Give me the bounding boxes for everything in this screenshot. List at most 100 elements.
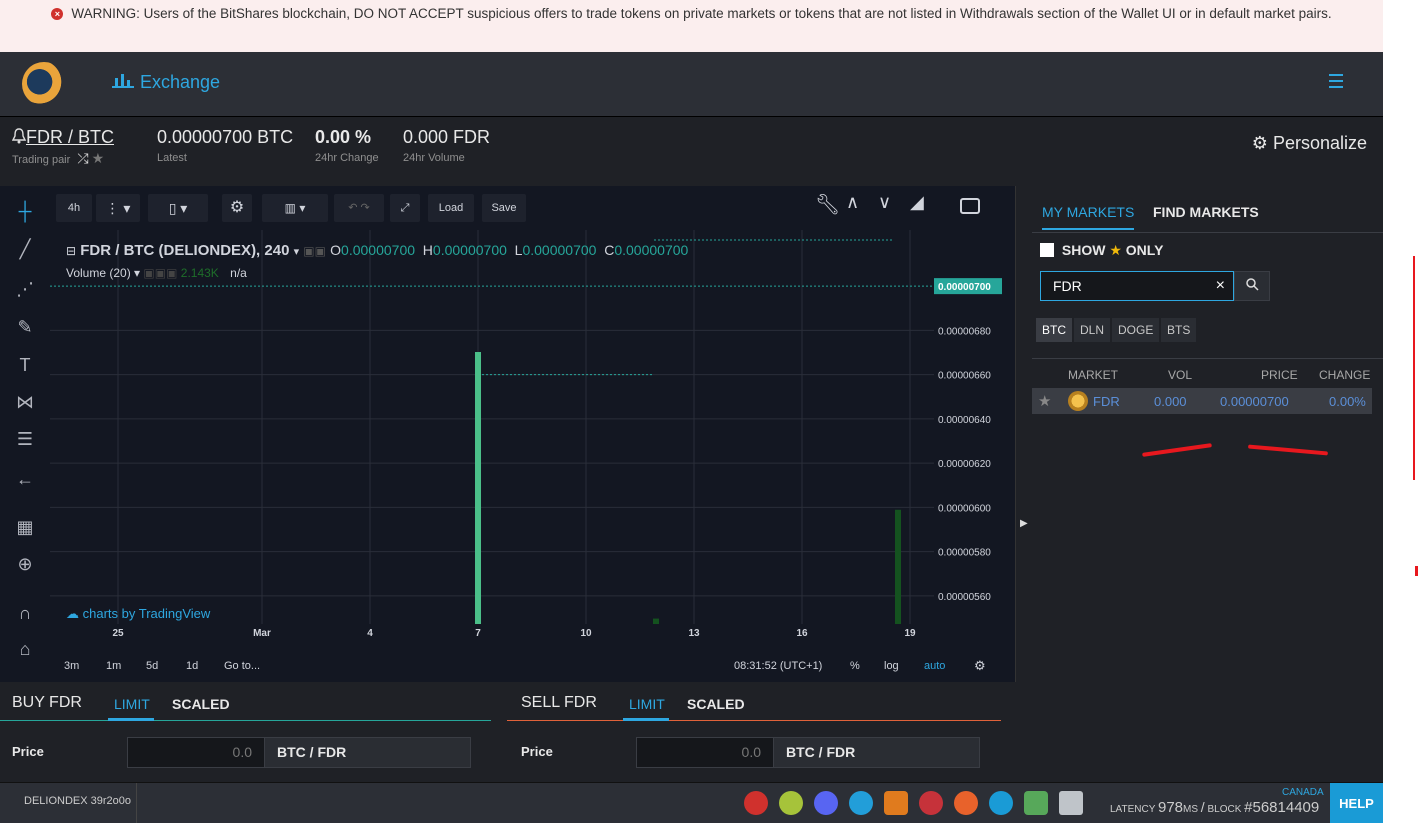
fib-tool-icon[interactable]: ⋰ <box>12 276 38 302</box>
nav-exchange-link[interactable]: Exchange <box>112 72 220 93</box>
coin-tab-dln[interactable]: DLN <box>1074 318 1111 342</box>
range-3m[interactable]: 3m <box>64 660 79 672</box>
warning-text: WARNING: Users of the BitShares blockcha… <box>71 6 1332 21</box>
percent-toggle[interactable]: % <box>850 660 860 672</box>
market-row[interactable]: ★ FDR 0.000 0.00000700 0.00% <box>1032 388 1372 414</box>
clipboard-icon[interactable] <box>1024 791 1048 815</box>
area-chart-icon[interactable]: ◢ <box>910 192 924 213</box>
clear-icon[interactable]: × <box>1216 272 1225 300</box>
shuffle-icon[interactable]: ⤮ <box>77 150 88 166</box>
load-button[interactable]: Load <box>428 194 474 222</box>
sell-price-label: Price <box>521 744 553 759</box>
zoom-in-icon[interactable]: ⊕ <box>12 551 38 577</box>
magnet-icon[interactable]: ∩ <box>12 600 38 626</box>
sell-tab-limit[interactable]: LIMIT <box>629 696 665 712</box>
show-starred-toggle[interactable]: SHOW ★ ONLY <box>1040 242 1163 259</box>
watermark-label: charts by TradingView <box>82 606 211 621</box>
tab-my-markets[interactable]: MY MARKETS <box>1042 204 1135 230</box>
buy-tab-scaled[interactable]: SCALED <box>172 696 230 712</box>
chart-container[interactable]: ┼ ╱ ⋰ ✎ T ⋈ ☰ ← ▦ ⊕ ∩ ⌂ 4h ⋮ ▾ ▯ ▾ ⚙ ▥ ▾… <box>0 186 1016 682</box>
log-toggle[interactable]: log <box>884 660 899 672</box>
buy-tab-limit[interactable]: LIMIT <box>114 696 150 712</box>
personalize-button[interactable]: ⚙ Personalize <box>1252 133 1367 154</box>
bell-icon[interactable] <box>11 128 27 144</box>
pepper-icon[interactable] <box>744 791 768 815</box>
measure-icon[interactable]: ☰ <box>12 426 38 452</box>
discord-icon[interactable] <box>814 791 838 815</box>
legend-symbol: FDR / BTC (DELIONDEX), 240 <box>80 242 290 259</box>
range-1m[interactable]: 1m <box>106 660 121 672</box>
star-icon[interactable]: ★ <box>1038 392 1051 410</box>
fullscreen-icon[interactable]: ⤢ <box>390 194 420 222</box>
node-indicator[interactable]: DELIONDEX 39r2o0o <box>0 783 137 823</box>
tradingview-watermark[interactable]: ☁ charts by TradingView <box>66 606 210 622</box>
help-button[interactable]: HELP <box>1330 783 1383 823</box>
sell-title: SELL FDR <box>521 694 597 711</box>
goto-button[interactable]: Go to... <box>224 660 260 672</box>
coin-tab-bts[interactable]: BTS <box>1161 318 1197 342</box>
chrome-icon[interactable] <box>919 791 943 815</box>
interval-dropdown[interactable]: ⋮ ▾ <box>96 194 140 222</box>
coin-tab-doge[interactable]: DOGE <box>1112 318 1160 342</box>
document-icon[interactable] <box>1059 791 1083 815</box>
indicators-button[interactable]: ▥ ▾ <box>262 194 328 222</box>
bird-icon[interactable] <box>779 791 803 815</box>
sell-tab-scaled[interactable]: SCALED <box>687 696 745 712</box>
collapse-icon[interactable]: ⊟ <box>66 244 76 258</box>
header-market[interactable]: MARKET <box>1068 368 1118 382</box>
brush-icon[interactable]: ✎ <box>12 314 38 340</box>
crosshair-icon[interactable]: ┼ <box>12 198 38 224</box>
pair-selector[interactable]: FDR / BTC Trading pair ⤮ ★ <box>11 127 114 167</box>
x-tick-label: 19 <box>904 628 916 639</box>
settings-gear-icon[interactable]: ⚙ <box>222 194 252 222</box>
price-axis[interactable]: 0.00000680 0.00000660 0.00000640 0.00000620… <box>934 230 1004 644</box>
shield-icon[interactable] <box>884 791 908 815</box>
y-tick-label: 0.00000640 <box>938 415 991 426</box>
menu-icon[interactable] <box>1329 74 1343 88</box>
header-change[interactable]: CHANGE <box>1319 368 1370 382</box>
sell-price-input[interactable]: 0.0 <box>636 737 774 768</box>
plus-icon[interactable] <box>989 791 1013 815</box>
market-search-input[interactable]: FDR × <box>1040 271 1234 301</box>
candle-type-button[interactable]: ▯ ▾ <box>148 194 208 222</box>
lock-icon[interactable]: ⌂ <box>12 636 38 662</box>
header-price[interactable]: PRICE <box>1261 368 1298 382</box>
tradingview-cloud-icon: ☁ <box>66 606 79 621</box>
app-logo[interactable] <box>22 62 66 106</box>
telegram-icon[interactable] <box>849 791 873 815</box>
indicators-icon[interactable]: ▦ <box>12 514 38 540</box>
text-tool-icon[interactable]: T <box>12 352 38 378</box>
tab-find-markets[interactable]: FIND MARKETS <box>1153 204 1259 220</box>
upload-icon[interactable] <box>954 791 978 815</box>
range-5d[interactable]: 5d <box>146 660 158 672</box>
auto-toggle[interactable]: auto <box>924 660 945 672</box>
chevron-up-icon[interactable]: ∧ <box>846 192 859 213</box>
header-vol[interactable]: VOL <box>1168 368 1192 382</box>
volume-label: 24hr Volume <box>403 152 465 164</box>
panel-toggle-strip[interactable]: ▶ <box>1016 186 1032 782</box>
chevron-down-icon[interactable]: ∨ <box>878 192 891 213</box>
range-1d[interactable]: 1d <box>186 660 198 672</box>
y-tick-label: 0.00000600 <box>938 503 991 514</box>
trend-line-icon[interactable]: ╱ <box>12 236 38 262</box>
camera-icon[interactable] <box>960 198 980 214</box>
search-button[interactable] <box>1234 271 1270 301</box>
star-icon[interactable]: ★ <box>92 150 105 166</box>
checkbox[interactable] <box>1040 243 1054 257</box>
y-tick-label: 0.00000560 <box>938 592 991 603</box>
volume-legend: Volume (20) ▾ ▣▣▣ 2.143K n/a <box>66 266 247 280</box>
wrench-icon[interactable]: 🔧︎ <box>815 192 840 217</box>
chart-settings-icon[interactable]: ⚙ <box>974 658 986 674</box>
back-arrow-icon[interactable]: ← <box>12 466 38 492</box>
expand-right-icon[interactable]: ▶ <box>1020 518 1028 529</box>
buy-price-input[interactable]: 0.0 <box>127 737 265 768</box>
undo-redo-icon[interactable]: ↶ ↷ <box>334 194 384 222</box>
save-button[interactable]: Save <box>482 194 526 222</box>
row-change: 0.00% <box>1329 394 1366 409</box>
coin-tab-btc[interactable]: BTC <box>1036 318 1072 342</box>
personalize-label: Personalize <box>1272 133 1367 153</box>
interval-button[interactable]: 4h <box>56 194 92 222</box>
price-chart-plot[interactable]: 25 Mar 4 7 10 13 16 19 <box>50 230 934 644</box>
pattern-icon[interactable]: ⋈ <box>12 389 38 415</box>
page-edge <box>1383 0 1418 782</box>
